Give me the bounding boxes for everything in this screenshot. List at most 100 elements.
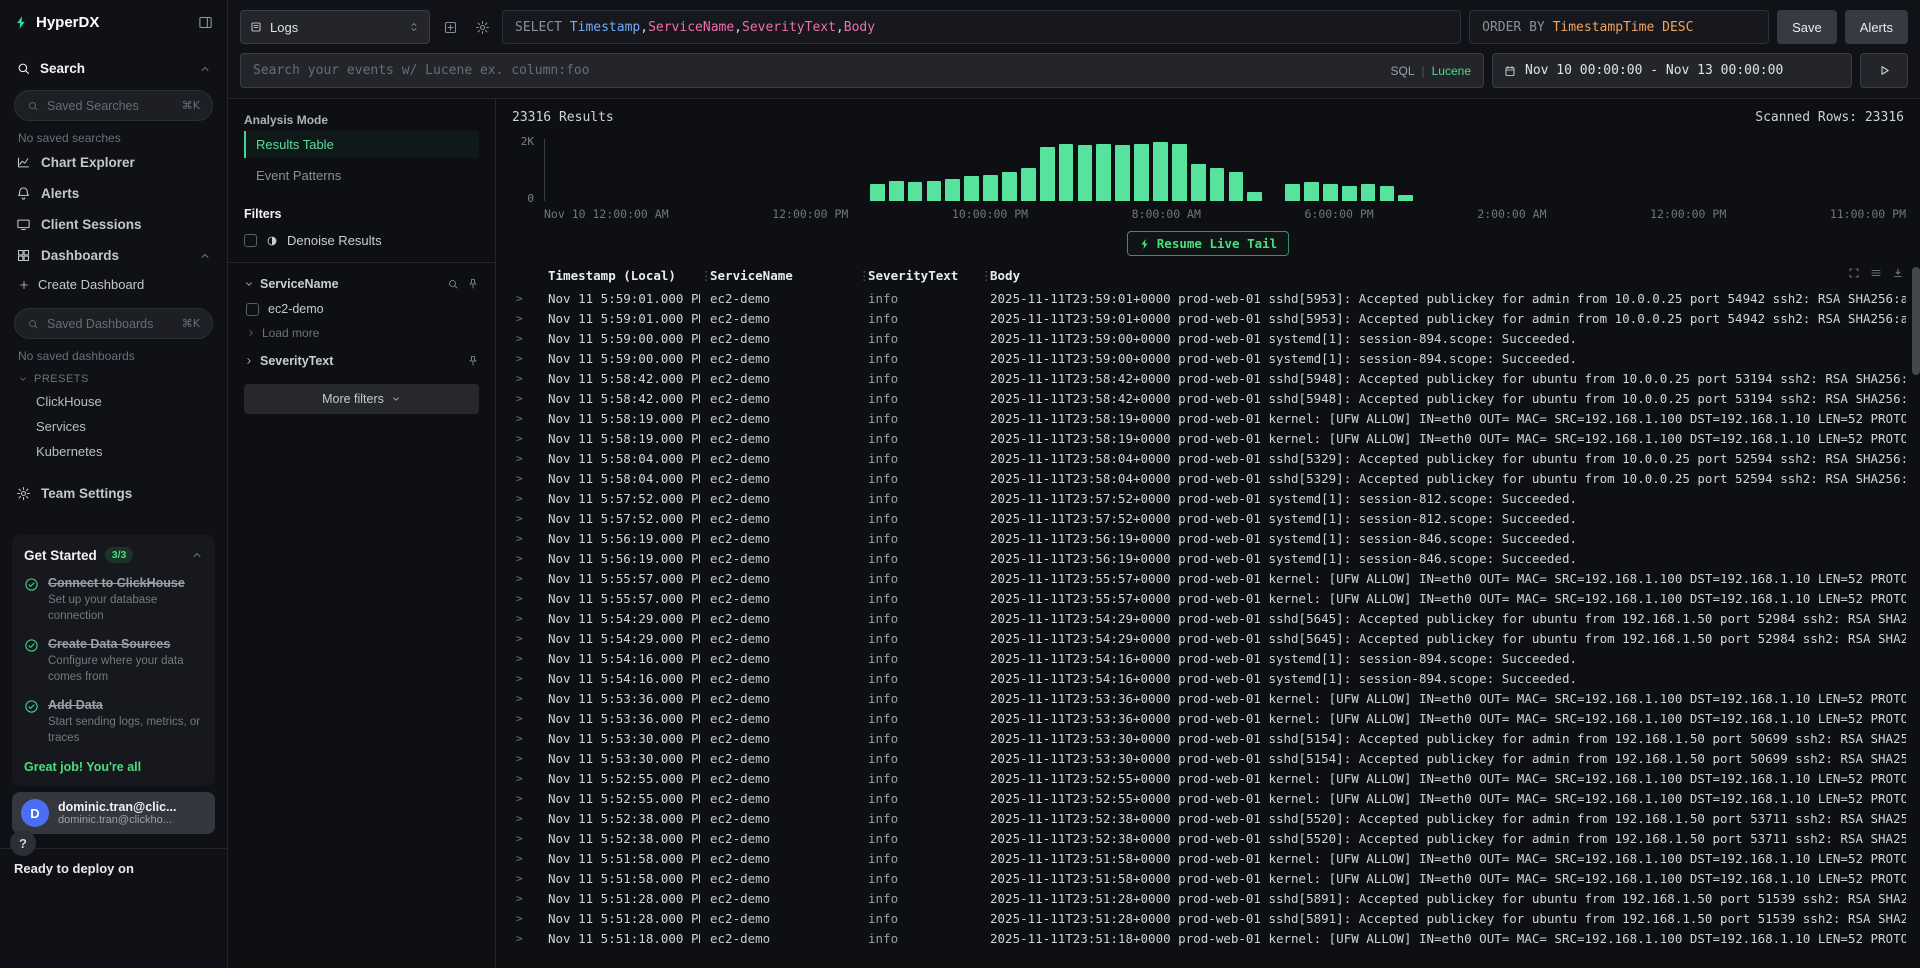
row-expand-chevron[interactable]: > <box>510 449 538 469</box>
table-row[interactable]: >Nov 11 5:53:36.000 PMec2-demoinfo2025-1… <box>510 709 1906 729</box>
row-expand-chevron[interactable]: > <box>510 589 538 609</box>
facet-search-icon[interactable] <box>447 278 459 290</box>
histogram-slot[interactable] <box>1359 139 1378 201</box>
table-row[interactable]: >Nov 11 5:56:19.000 PMec2-demoinfo2025-1… <box>510 529 1906 549</box>
row-expand-chevron[interactable]: > <box>510 349 538 369</box>
histogram-slot[interactable] <box>849 139 868 201</box>
row-expand-chevron[interactable]: > <box>510 409 538 429</box>
table-row[interactable]: >Nov 11 5:59:01.000 PMec2-demoinfo2025-1… <box>510 289 1906 309</box>
histogram-slot[interactable] <box>566 139 585 201</box>
sidebar-item-chart-explorer[interactable]: Chart Explorer <box>12 147 215 178</box>
histogram-slot[interactable] <box>1057 139 1076 201</box>
event-search-input[interactable] <box>253 63 1380 78</box>
histogram-slot[interactable] <box>1113 139 1132 201</box>
histogram-bar[interactable] <box>1247 192 1262 201</box>
facet-option-ec2-demo[interactable]: ec2-demo <box>244 302 479 316</box>
histogram-slot[interactable] <box>1661 139 1680 201</box>
header-body[interactable]: ⋮Body <box>980 268 1906 283</box>
more-filters-button[interactable]: More filters <box>244 384 479 414</box>
histogram-bar[interactable] <box>1134 144 1149 201</box>
denoise-checkbox[interactable] <box>244 234 257 247</box>
download-icon[interactable] <box>1892 267 1904 279</box>
histogram-slot[interactable] <box>1302 139 1321 201</box>
histogram-bar[interactable] <box>945 179 960 201</box>
facet-servicename[interactable]: ServiceName <box>244 277 479 291</box>
histogram-bar[interactable] <box>1304 182 1319 201</box>
save-button[interactable]: Save <box>1777 10 1837 44</box>
histogram-bar[interactable] <box>1078 145 1093 201</box>
expand-table-icon[interactable] <box>1848 267 1860 279</box>
histogram-slot[interactable] <box>1887 139 1906 201</box>
histogram-bar[interactable] <box>1153 142 1168 201</box>
table-row[interactable]: >Nov 11 5:51:28.000 PMec2-demoinfo2025-1… <box>510 889 1906 909</box>
row-expand-chevron[interactable]: > <box>510 829 538 849</box>
histogram-bar[interactable] <box>1002 172 1017 201</box>
histogram-slot[interactable] <box>792 139 811 201</box>
histogram-bar[interactable] <box>870 184 885 201</box>
histogram-bar[interactable] <box>1342 186 1357 202</box>
column-resize-handle[interactable]: ⋮ <box>858 268 871 283</box>
table-row[interactable]: >Nov 11 5:55:57.000 PMec2-demoinfo2025-1… <box>510 569 1906 589</box>
row-expand-chevron[interactable]: > <box>510 629 538 649</box>
header-servicename[interactable]: ⋮ServiceName <box>700 268 858 283</box>
histogram-slot[interactable] <box>774 139 793 201</box>
row-expand-chevron[interactable]: > <box>510 889 538 909</box>
row-expand-chevron[interactable]: > <box>510 729 538 749</box>
histogram-slot[interactable] <box>1076 139 1095 201</box>
histogram-bar[interactable] <box>908 182 923 201</box>
histogram-bar[interactable] <box>1323 184 1338 201</box>
table-row[interactable]: >Nov 11 5:52:55.000 PMec2-demoinfo2025-1… <box>510 769 1906 789</box>
table-row[interactable]: >Nov 11 5:53:30.000 PMec2-demoinfo2025-1… <box>510 729 1906 749</box>
presets-toggle[interactable]: PRESETS <box>12 365 215 389</box>
sql-select-editor[interactable]: SELECT Timestamp,ServiceName,SeverityTex… <box>502 10 1461 44</box>
row-expand-chevron[interactable]: > <box>510 469 538 489</box>
row-expand-chevron[interactable]: > <box>510 669 538 689</box>
table-row[interactable]: >Nov 11 5:59:00.000 PMec2-demoinfo2025-1… <box>510 329 1906 349</box>
row-expand-chevron[interactable]: > <box>510 929 538 949</box>
histogram-slot[interactable] <box>623 139 642 201</box>
load-more-button[interactable]: Load more <box>244 326 479 340</box>
sidebar-item-alerts[interactable]: Alerts <box>12 178 215 209</box>
histogram-slot[interactable] <box>736 139 755 201</box>
table-row[interactable]: >Nov 11 5:54:16.000 PMec2-demoinfo2025-1… <box>510 669 1906 689</box>
histogram-bar[interactable] <box>1210 168 1225 201</box>
histogram-slot[interactable] <box>868 139 887 201</box>
get-started-step[interactable]: Create Data Sources Configure where your… <box>24 637 203 685</box>
table-row[interactable]: >Nov 11 5:51:18.000 PMec2-demoinfo2025-1… <box>510 929 1906 949</box>
histogram-bar[interactable] <box>1021 168 1036 201</box>
row-expand-chevron[interactable]: > <box>510 569 538 589</box>
table-row[interactable]: >Nov 11 5:51:28.000 PMec2-demoinfo2025-1… <box>510 909 1906 929</box>
histogram-slot[interactable] <box>1680 139 1699 201</box>
table-row[interactable]: >Nov 11 5:58:04.000 PMec2-demoinfo2025-1… <box>510 469 1906 489</box>
histogram-slot[interactable] <box>1340 139 1359 201</box>
saved-dashboards-input[interactable]: Saved Dashboards ⌘K <box>14 308 213 339</box>
histogram-slot[interactable] <box>1415 139 1434 201</box>
histogram-slot[interactable] <box>1585 139 1604 201</box>
histogram-bar[interactable] <box>1059 144 1074 201</box>
table-row[interactable]: >Nov 11 5:53:30.000 PMec2-demoinfo2025-1… <box>510 749 1906 769</box>
row-expand-chevron[interactable]: > <box>510 529 538 549</box>
histogram-slot[interactable] <box>1831 139 1850 201</box>
table-row[interactable]: >Nov 11 5:54:29.000 PMec2-demoinfo2025-1… <box>510 609 1906 629</box>
histogram-slot[interactable] <box>1736 139 1755 201</box>
histogram-slot[interactable] <box>943 139 962 201</box>
histogram-bar[interactable] <box>1229 172 1244 201</box>
date-range-picker[interactable]: Nov 10 00:00:00 - Nov 13 00:00:00 <box>1492 53 1852 88</box>
facet-severitytext[interactable]: SeverityText <box>244 354 479 368</box>
lang-lucene-option[interactable]: Lucene <box>1432 64 1471 78</box>
facet-option-checkbox[interactable] <box>246 303 259 316</box>
header-severitytext[interactable]: ⋮SeverityText <box>858 268 980 283</box>
histogram-bar[interactable] <box>927 181 942 201</box>
histogram-slot[interactable] <box>887 139 906 201</box>
row-expand-chevron[interactable]: > <box>510 689 538 709</box>
histogram-slot[interactable] <box>962 139 981 201</box>
histogram-slot[interactable] <box>1491 139 1510 201</box>
histogram-slot[interactable] <box>1038 139 1057 201</box>
get-started-step[interactable]: Add Data Start sending logs, metrics, or… <box>24 698 203 746</box>
histogram-slot[interactable] <box>1755 139 1774 201</box>
table-row[interactable]: >Nov 11 5:53:36.000 PMec2-demoinfo2025-1… <box>510 689 1906 709</box>
sidebar-item-services[interactable]: Services <box>12 414 215 439</box>
histogram-slot[interactable] <box>547 139 566 201</box>
histogram-slot[interactable] <box>1094 139 1113 201</box>
histogram-slot[interactable] <box>1396 139 1415 201</box>
